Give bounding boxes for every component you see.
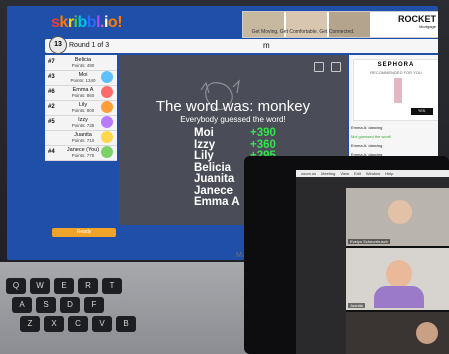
rocket-logo: ROCKET: [398, 14, 436, 24]
sephora-brand: SEPHORA: [377, 62, 415, 68]
participant-name: Juanita: [348, 303, 365, 308]
zoom-menubar: zoom.us Meeting View Edit Window Help: [296, 170, 449, 177]
keyboard-key[interactable]: S: [36, 297, 56, 313]
score-delta: +360: [250, 138, 276, 151]
keyboard-key[interactable]: F: [84, 297, 104, 313]
banner-text: Get Moving. Get Comfortable. Get Connect…: [251, 29, 355, 35]
keyboard-key[interactable]: E: [54, 278, 74, 294]
player-rank: #4: [48, 149, 55, 155]
keyboard-key[interactable]: A: [12, 297, 32, 313]
zoom-menu-item[interactable]: Meeting: [321, 171, 335, 176]
participant-face: [416, 322, 438, 344]
participant-face: [386, 260, 412, 288]
player-avatar: [101, 101, 113, 113]
keyboard-key[interactable]: R: [78, 278, 98, 294]
score-player-name: Lily: [194, 150, 214, 162]
ready-button[interactable]: Ready: [52, 228, 116, 237]
player-list: #7 Belicia Points: 490 #3 Moi Points: 1340 #6 E…: [45, 55, 117, 161]
score-player-name: Janece: [194, 184, 234, 197]
word-reveal: The word was: monkey: [155, 98, 311, 115]
score-player-name: Emma A: [194, 196, 240, 208]
participant-name: Evelyn Schnurrbusch: [348, 239, 390, 244]
zoom-menu-item[interactable]: Edit: [354, 171, 361, 176]
canvas-tools: [311, 59, 341, 77]
keyboard-key[interactable]: X: [44, 316, 64, 332]
zoom-menu-item[interactable]: zoom.us: [301, 171, 316, 176]
player-points: Points: 860: [71, 93, 95, 98]
score-player-name: Izzy: [194, 138, 216, 151]
dislike-icon[interactable]: [331, 62, 341, 72]
like-icon[interactable]: [313, 62, 324, 72]
sephora-sub: RECOMMENDED FOR YOU: [370, 70, 422, 75]
score-player-name: Juanita: [194, 173, 235, 185]
rocket-sub: Mortgage: [419, 24, 436, 29]
player-avatar: [101, 86, 113, 98]
word-hint: m: [263, 41, 270, 50]
player-row[interactable]: #4 Janece (You) Points: 770: [45, 145, 117, 161]
zoom-gallery: Evelyn Schnurrbusch Juanita: [346, 188, 449, 354]
participant-face: [388, 200, 412, 224]
keyboard-key[interactable]: C: [68, 316, 88, 332]
player-points: Points: 490: [71, 63, 95, 68]
zoom-menu-item[interactable]: Window: [366, 171, 380, 176]
score-player-name: Moi: [194, 127, 214, 139]
player-rank: #3: [48, 74, 55, 80]
participant-shirt: [374, 286, 424, 308]
player-points: Points: 710: [71, 138, 95, 143]
player-row[interactable]: #3 Moi Points: 1340: [45, 70, 117, 86]
participant-tile[interactable]: Evelyn Schnurrbusch: [346, 188, 449, 246]
player-avatar: [101, 116, 113, 128]
player-rank: #5: [48, 119, 55, 125]
score-player-name: Belicia: [194, 161, 232, 174]
chat-message: Emma A: dancing: [351, 125, 383, 130]
player-points: Points: 735: [71, 123, 95, 128]
player-avatar: [101, 146, 113, 158]
player-rank: #6: [48, 89, 55, 95]
player-avatar: [101, 56, 113, 68]
lipstick-product: [394, 78, 402, 103]
everybody-guessed: Everybody guessed the word!: [180, 115, 286, 124]
banner-ad[interactable]: Get Moving. Get Comfortable. Get Connect…: [242, 11, 438, 38]
keyboard-key[interactable]: Q: [6, 278, 26, 294]
keyboard-key[interactable]: T: [102, 278, 122, 294]
player-row[interactable]: Juanita Points: 710: [45, 130, 117, 146]
sephora-ad[interactable]: SEPHORA RECOMMENDED FOR YOU YES, PLEASE: [353, 59, 438, 121]
chat-message: Emma A: dancing: [351, 143, 383, 148]
player-avatar: [101, 71, 113, 83]
player-rank: #2: [48, 104, 55, 110]
sephora-cta[interactable]: YES, PLEASE: [411, 108, 433, 120]
score-row: Moi +390: [194, 127, 304, 139]
keyboard-key[interactable]: V: [92, 316, 112, 332]
player-row[interactable]: #6 Emma A Points: 860: [45, 85, 117, 101]
zoom-window: zoom.us Meeting View Edit Window Help Evelyn …: [296, 170, 449, 354]
skribbl-logo: skribbl.io!: [51, 14, 123, 31]
player-row[interactable]: #7 Belicia Points: 490: [45, 55, 117, 71]
player-points: Points: 1340: [70, 78, 96, 83]
player-avatar: [101, 131, 113, 143]
participant-tile[interactable]: [346, 312, 449, 354]
score-delta: +390: [250, 127, 276, 139]
timer-clock: 13: [49, 36, 67, 54]
zoom-menu-item[interactable]: View: [340, 171, 349, 176]
keyboard-key[interactable]: Z: [20, 316, 40, 332]
photo-scene: skribbl.io! Get Moving. Get Comfortable.…: [0, 0, 449, 354]
keyboard-key[interactable]: W: [30, 278, 50, 294]
keyboard-key[interactable]: D: [60, 297, 80, 313]
score-row: Izzy +360: [194, 139, 304, 151]
player-rank: #7: [48, 59, 55, 65]
keyboard-key[interactable]: B: [116, 316, 136, 332]
player-row[interactable]: #2 Lily Points: 800: [45, 100, 117, 116]
round-label: Round 1 of 3: [69, 42, 110, 49]
player-points: Points: 770: [71, 153, 95, 158]
keyboard-keys: QWERT ASDF ZXCVB: [6, 278, 246, 348]
chat-message: Moi guessed the word!: [351, 134, 392, 139]
zoom-menu-item[interactable]: Help: [385, 171, 393, 176]
player-row[interactable]: #5 Izzy Points: 735: [45, 115, 117, 131]
participant-tile[interactable]: Juanita: [346, 248, 449, 310]
player-points: Points: 800: [71, 108, 95, 113]
